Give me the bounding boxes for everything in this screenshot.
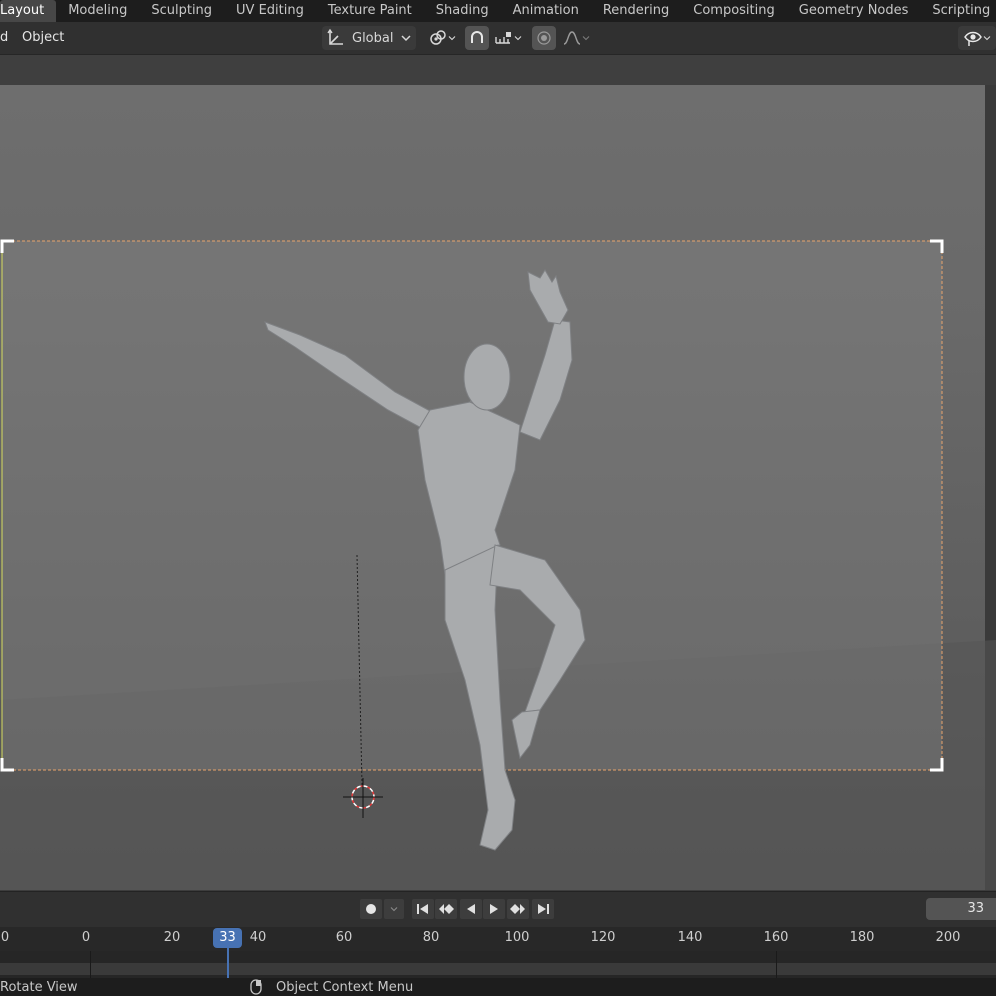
next-keyframe-icon [510,904,525,914]
menu-add-partial[interactable]: d [0,22,8,54]
tab-geometry-nodes[interactable]: Geometry Nodes [787,0,921,22]
snap-increment-icon [495,32,511,44]
playhead-frame-badge[interactable]: 33 [213,928,242,948]
falloff-curve-icon [563,31,581,45]
chevron-down-icon [582,36,590,41]
viewport-header: d Object Global [0,22,996,55]
chevron-down-icon [448,36,456,41]
status-bar: Rotate View Object Context Menu [0,978,996,996]
current-frame-value: 33 [967,901,984,916]
jump-start-icon [417,904,428,914]
jump-prev-keyframe-button[interactable] [435,899,457,919]
visibility-dropdown[interactable] [958,26,996,50]
chevron-down-icon [401,35,412,42]
proportional-edit-toggle[interactable] [532,26,556,50]
snap-magnet-icon [471,31,483,43]
jump-end-icon [538,904,549,914]
tick-label: 200 [935,930,961,945]
play-reverse-button[interactable] [460,899,482,919]
snap-target-dropdown[interactable] [490,26,526,50]
tick-label: 40 [249,930,267,945]
tick-label: 20 [163,930,181,945]
eye-icon [964,31,982,46]
current-frame-field[interactable]: 33 [926,898,996,920]
record-keyframe-icon [366,904,376,914]
tick-label: 0 [0,930,10,945]
keying-dropdown[interactable] [384,899,404,919]
tick-label: 140 [677,930,703,945]
timeline-ruler[interactable] [0,927,996,951]
proportional-edit-icon [537,31,551,45]
chevron-down-icon [514,36,522,41]
status-hint-rotate: Rotate View [0,980,78,995]
viewport-canvas[interactable] [0,55,996,890]
playhead-frame-label: 33 [219,930,236,945]
pivot-point-icon [430,30,446,45]
tick-label: 160 [763,930,789,945]
tick-label: 120 [590,930,616,945]
status-hint-context-menu: Object Context Menu [276,980,414,995]
pivot-point-dropdown[interactable] [424,26,460,50]
tab-rendering[interactable]: Rendering [591,0,681,22]
play-button[interactable] [483,899,505,919]
jump-next-keyframe-button[interactable] [507,899,529,919]
tab-texture-paint[interactable]: Texture Paint [316,0,424,22]
range-start-line [90,951,91,978]
tick-label: 60 [335,930,353,945]
play-icon [490,904,498,914]
frame-range-bar [0,963,996,975]
jump-to-start-button[interactable] [412,899,434,919]
transform-orientation-label: Global [352,30,394,46]
tab-compositing[interactable]: Compositing [681,0,787,22]
tick-label: 0 [81,930,91,945]
prev-keyframe-icon [439,904,454,914]
tab-modeling[interactable]: Modeling [56,0,139,22]
tab-uv-editing[interactable]: UV Editing [224,0,316,22]
workspace-tab-bar: Layout Modeling Sculpting UV Editing Tex… [0,0,996,22]
chevron-down-icon [390,907,398,912]
menu-object[interactable]: Object [22,22,64,54]
record-keyframe-button[interactable] [360,899,382,919]
proportional-falloff-dropdown[interactable] [558,26,594,50]
tab-layout[interactable]: Layout [0,0,57,22]
tab-scripting[interactable]: Scripting [920,0,996,22]
range-end-line [776,951,777,978]
mouse-right-button-icon [250,979,262,995]
tab-animation[interactable]: Animation [501,0,591,22]
chevron-down-icon [983,36,991,41]
jump-to-end-button[interactable] [532,899,554,919]
tick-label: 180 [849,930,875,945]
snap-toggle[interactable] [465,26,489,50]
transform-orientation-dropdown[interactable]: Global [322,26,416,50]
tick-label: 80 [422,930,440,945]
play-reverse-icon [467,904,475,914]
tab-sculpting[interactable]: Sculpting [139,0,224,22]
transform-orientation-icon [327,28,343,45]
tab-shading[interactable]: Shading [424,0,501,22]
tick-label: 100 [504,930,530,945]
